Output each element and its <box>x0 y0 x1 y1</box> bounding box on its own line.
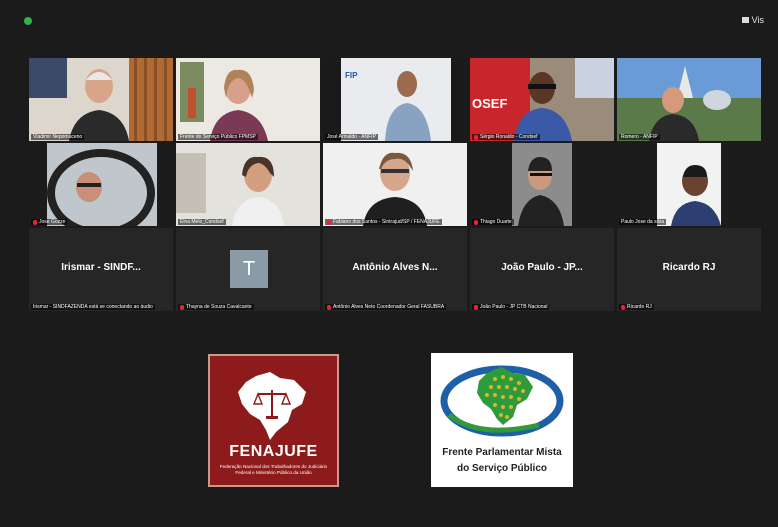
participant-tile[interactable]: Romero - ANFIP <box>617 58 761 141</box>
participant-name-tag: Elna Melo_Condsef <box>178 219 226 225</box>
gallery-grid: Vladimir Nepomuceno Frente do Serviço Pú… <box>29 58 761 311</box>
participant-tile[interactable]: Antônio Alves N... Antônio Alves Neto Co… <box>323 228 467 311</box>
muted-mic-icon <box>621 304 625 310</box>
participant-name-tag: Fabiano dos Santos - Sintrajud/SP / FENA… <box>325 219 442 225</box>
muted-mic-icon <box>474 219 478 225</box>
fenajufe-subtitle: Federação Nacional dos Trabalhadores do … <box>219 464 328 475</box>
participant-display-name: Irismar - SINDF... <box>61 262 141 273</box>
svg-text:FIP: FIP <box>345 71 358 80</box>
participant-avatar: T <box>230 250 268 288</box>
participant-tile[interactable]: Jose Gozze <box>29 143 173 226</box>
participant-name-tag: Romero - ANFIP <box>619 134 660 140</box>
svg-text:OSEF: OSEF <box>472 96 507 111</box>
view-button[interactable]: Vis <box>741 15 764 25</box>
participant-tile[interactable]: Elna Melo_Condsef <box>176 143 320 226</box>
video-feed: FIP <box>323 58 467 141</box>
participant-tile[interactable]: Ricardo RJ Ricardo RJ <box>617 228 761 311</box>
participant-tile[interactable]: João Paulo - JP... João Paulo - JP CTB N… <box>470 228 614 311</box>
participant-tile[interactable]: FIP José Arinaldo - ANFIP <box>323 58 467 141</box>
participant-name-tag: Jose Gozze <box>31 219 68 225</box>
participant-tile[interactable]: OSEF Sérgio Ronaldo - Condsef <box>470 58 614 141</box>
muted-mic-icon <box>180 304 184 310</box>
brazil-map-scales-icon <box>238 372 306 440</box>
frente-title-line1: Frente Parlamentar Mista <box>442 447 562 458</box>
participant-tile-active-speaker[interactable]: Frente do Serviço Público FPMSP <box>176 58 320 141</box>
participant-tile[interactable]: Fabiano dos Santos - Sintrajud/SP / FENA… <box>323 143 467 226</box>
participant-name-tag: Thiago Duarte <box>472 219 514 225</box>
muted-mic-icon <box>327 219 331 225</box>
video-feed <box>29 58 173 141</box>
zoom-meeting-window: Vis Vladimir Nepomuceno Frente do Serviç… <box>0 0 778 527</box>
view-label: Vis <box>751 15 764 25</box>
video-feed <box>617 143 761 226</box>
fenajufe-logo: FENAJUFE Federação Nacional dos Trabalha… <box>208 354 339 487</box>
participant-display-name: Antônio Alves N... <box>352 262 438 273</box>
grid-view-icon <box>741 17 749 23</box>
participant-tile[interactable]: T Thayna de Souza Cavalcante <box>176 228 320 311</box>
participant-name-tag: Irismar - SINDFAZENDA está se conectando… <box>31 304 155 310</box>
frente-title-line2: do Serviço Público <box>456 463 548 474</box>
participant-tile[interactable]: Paulo Jose da silva <box>617 143 761 226</box>
frente-parlamentar-logo: Frente Parlamentar Mista do Serviço Públ… <box>431 353 573 487</box>
participant-name-tag: Sérgio Ronaldo - Condsef <box>472 134 540 140</box>
participant-name-tag: João Paulo - JP CTB Nacional <box>472 304 550 310</box>
participant-tile[interactable]: Irismar - SINDF... Irismar - SINDFAZENDA… <box>29 228 173 311</box>
video-feed <box>323 143 467 226</box>
fenajufe-title: FENAJUFE <box>229 443 318 460</box>
video-feed: OSEF <box>470 58 614 141</box>
brazil-ring-emblem-icon <box>440 365 564 437</box>
muted-mic-icon <box>33 219 37 225</box>
participant-name-tag: Thayna de Souza Cavalcante <box>178 304 254 310</box>
video-feed <box>176 58 320 141</box>
muted-mic-icon <box>327 304 331 310</box>
participant-name-tag: Ricardo RJ <box>619 304 654 310</box>
participant-name-tag: Vladimir Nepomuceno <box>31 134 85 140</box>
participant-name-tag: José Arinaldo - ANFIP <box>325 134 378 140</box>
participant-display-name: João Paulo - JP... <box>501 262 583 273</box>
muted-mic-icon <box>474 304 478 310</box>
participant-tile[interactable]: Thiago Duarte <box>470 143 614 226</box>
security-shield-icon[interactable] <box>24 17 32 25</box>
video-feed <box>470 143 614 226</box>
video-feed <box>29 143 173 226</box>
participant-name-tag: Frente do Serviço Público FPMSP <box>178 134 258 140</box>
participant-tile[interactable]: Vladimir Nepomuceno <box>29 58 173 141</box>
video-feed <box>176 143 320 226</box>
participant-name-tag: Paulo Jose da silva <box>619 219 667 225</box>
muted-mic-icon <box>474 134 478 140</box>
video-feed <box>617 58 761 141</box>
participant-display-name: Ricardo RJ <box>662 262 716 273</box>
participant-name-tag: Antônio Alves Neto Coordenador Geral FAS… <box>325 304 447 310</box>
